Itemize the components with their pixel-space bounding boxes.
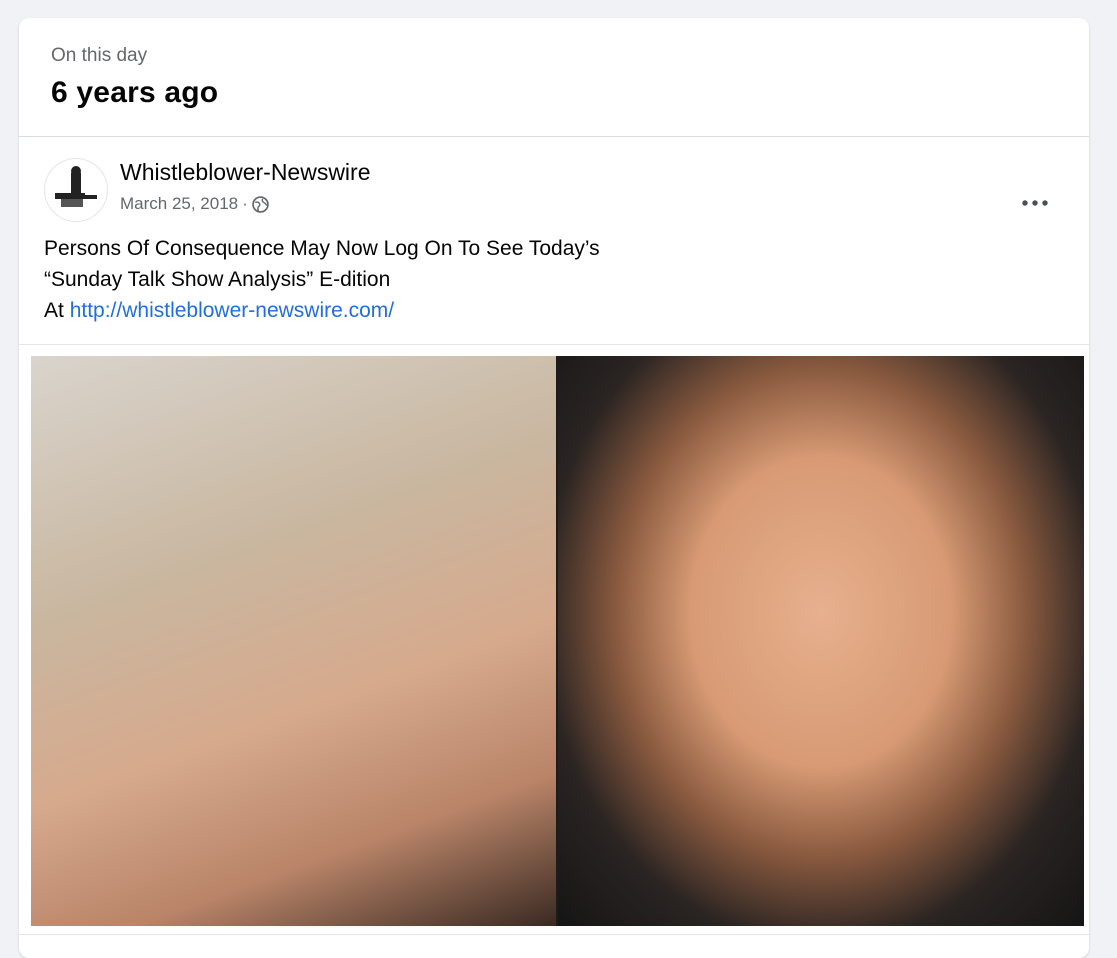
- memory-card: On this day 6 years ago Whistleblower-Ne…: [19, 18, 1089, 958]
- bottom-divider: [19, 934, 1089, 935]
- post-header: Whistleblower-Newswire March 25, 2018 ·: [19, 138, 1089, 228]
- post-text: Persons Of Consequence May Now Log On To…: [44, 233, 1064, 326]
- divider: [19, 344, 1089, 345]
- post-text-line-3: At http://whistleblower-newswire.com/: [44, 295, 1064, 326]
- post-text-prefix: At: [44, 299, 70, 322]
- post-text-line-2: “Sunday Talk Show Analysis” E-dition: [44, 268, 391, 291]
- post-meta: March 25, 2018 ·: [120, 194, 269, 214]
- more-options-icon: [1022, 200, 1048, 206]
- author-name[interactable]: Whistleblower-Newswire: [120, 159, 371, 186]
- meta-separator: ·: [242, 194, 248, 213]
- avatar[interactable]: [44, 158, 108, 222]
- memory-title: 6 years ago: [51, 76, 219, 109]
- globe-icon: [252, 195, 269, 213]
- post-text-line-1: Persons Of Consequence May Now Log On To…: [44, 237, 600, 260]
- memory-kicker: On this day: [51, 45, 148, 66]
- page-logo-icon: [46, 160, 106, 220]
- photo-right[interactable]: [558, 356, 1084, 926]
- more-options-button[interactable]: [1013, 186, 1057, 220]
- post-date[interactable]: March 25, 2018: [120, 194, 238, 214]
- memory-header: On this day 6 years ago: [19, 18, 1089, 137]
- photo-left[interactable]: [31, 356, 556, 926]
- post-link[interactable]: http://whistleblower-newswire.com/: [70, 299, 394, 322]
- post-media[interactable]: [31, 356, 1084, 926]
